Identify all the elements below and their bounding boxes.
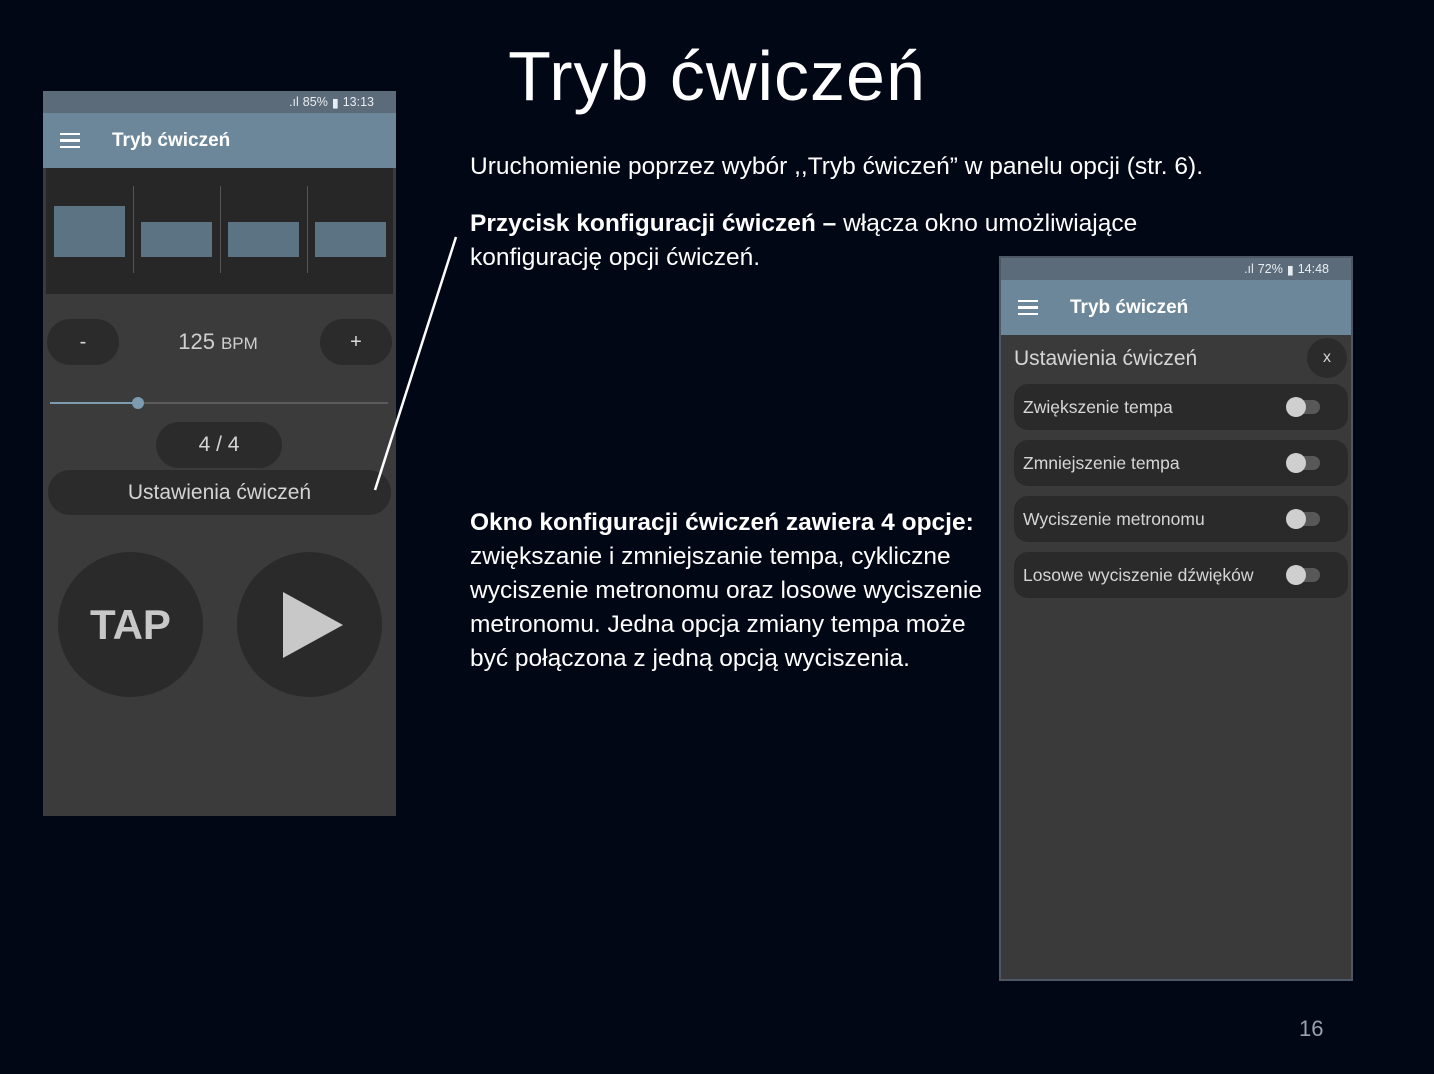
option-label: Wyciszenie metronomu (1023, 508, 1205, 529)
toggle-switch[interactable] (1286, 565, 1320, 585)
phone-screenshot-settings: .ıl 72% ▮ 14:48 Tryb ćwiczeń Ustawienia … (999, 256, 1353, 981)
menu-icon[interactable] (1018, 299, 1038, 316)
option-label: Losowe wyciszenie dźwięków (1023, 564, 1254, 585)
option-label: Zwiększenie tempa (1023, 396, 1173, 417)
config-window-term: Okno konfiguracji ćwiczeń zawiera 4 opcj… (470, 509, 974, 536)
page-number: 16 (1299, 1016, 1324, 1041)
intro-paragraph: Uruchomienie poprzez wybór ,,Tryb ćwicze… (470, 153, 1204, 180)
option-decrease-tempo[interactable]: Zmniejszenie tempa (1014, 440, 1348, 486)
settings-dialog-title: Ustawienia ćwiczeń (1014, 347, 1198, 370)
toggle-switch[interactable] (1286, 397, 1320, 417)
status-bar: .ıl 72% ▮ 14:48 (1001, 258, 1351, 280)
config-window-description: zwiększanie i zmniejszanie tempa, cyklic… (470, 543, 982, 672)
option-random-mute[interactable]: Losowe wyciszenie dźwięków (1014, 552, 1348, 598)
app-title: Tryb ćwiczeń (1070, 296, 1189, 318)
config-button-term: Przycisk konfiguracji ćwiczeń – (470, 210, 837, 237)
option-mute-metronome[interactable]: Wyciszenie metronomu (1014, 496, 1348, 542)
status-time: 14:48 (1297, 262, 1329, 276)
toggle-switch[interactable] (1286, 453, 1320, 473)
battery-icon: ▮ (1286, 262, 1294, 277)
close-button[interactable]: x (1307, 338, 1347, 378)
config-window-paragraph: Okno konfiguracji ćwiczeń zawiera 4 opcj… (470, 506, 990, 676)
option-increase-tempo[interactable]: Zwiększenie tempa (1014, 384, 1348, 430)
app-bar: Tryb ćwiczeń (1001, 280, 1351, 335)
battery-percent: 72% (1257, 262, 1283, 276)
settings-dialog-header: Ustawienia ćwiczeń x (1001, 335, 1351, 385)
signal-icon: .ıl (1244, 262, 1254, 276)
toggle-switch[interactable] (1286, 509, 1320, 529)
option-label: Zmniejszenie tempa (1023, 452, 1180, 473)
